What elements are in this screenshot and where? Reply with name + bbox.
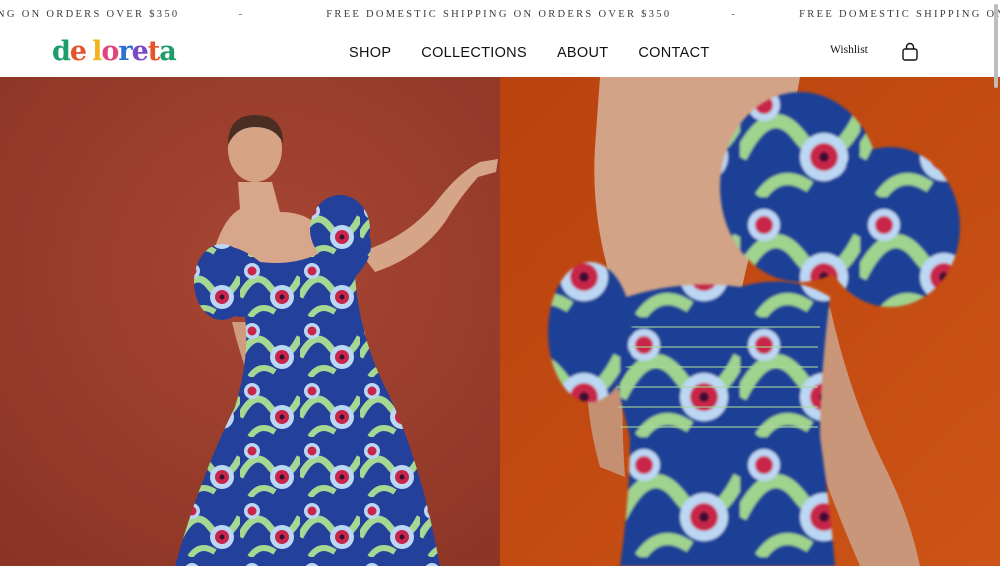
hero-banner	[0, 77, 1000, 566]
nav-collections[interactable]: COLLECTIONS	[421, 45, 527, 61]
logo-letter: r	[118, 36, 132, 67]
nav-contact[interactable]: CONTACT	[638, 45, 709, 61]
brand-logo[interactable]: de loreta	[52, 34, 177, 70]
model-photo	[0, 77, 500, 566]
announcement-separator: -	[238, 8, 245, 20]
logo-letter: d	[52, 36, 71, 67]
dress-back-photo	[500, 77, 1000, 566]
shopping-bag-icon[interactable]	[901, 42, 919, 62]
hero-image-left[interactable]	[0, 77, 500, 566]
logo-letter: a	[159, 36, 176, 67]
announcement-bar: NG ON ORDERS OVER $350 - FREE DOMESTIC S…	[0, 0, 1000, 29]
site-header: de loreta SHOP COLLECTIONS ABOUT CONTACT…	[0, 28, 1000, 77]
logo-letter: l	[92, 36, 102, 67]
logo-letter: o	[101, 36, 119, 67]
logo-letter: e	[131, 36, 149, 67]
scrollbar-thumb[interactable]	[994, 4, 998, 88]
logo-letter: t	[147, 36, 161, 67]
announcement-text: FREE DOMESTIC SHIPPING ON ORDERS OV	[799, 8, 1000, 20]
nav-about[interactable]: ABOUT	[557, 45, 608, 61]
page-scrollbar[interactable]	[992, 0, 1000, 566]
announcement-text: NG ON ORDERS OVER $350	[0, 8, 180, 20]
announcement-marquee: NG ON ORDERS OVER $350 - FREE DOMESTIC S…	[0, 0, 1000, 28]
hero-image-right[interactable]	[500, 77, 1000, 566]
logo-letter: e	[69, 36, 87, 67]
announcement-text: FREE DOMESTIC SHIPPING ON ORDERS OVER $3…	[326, 8, 672, 20]
announcement-separator: -	[731, 8, 738, 20]
nav-shop[interactable]: SHOP	[349, 45, 391, 61]
main-nav: SHOP COLLECTIONS ABOUT CONTACT	[349, 28, 710, 77]
wishlist-link[interactable]: Wishlist	[830, 44, 868, 56]
